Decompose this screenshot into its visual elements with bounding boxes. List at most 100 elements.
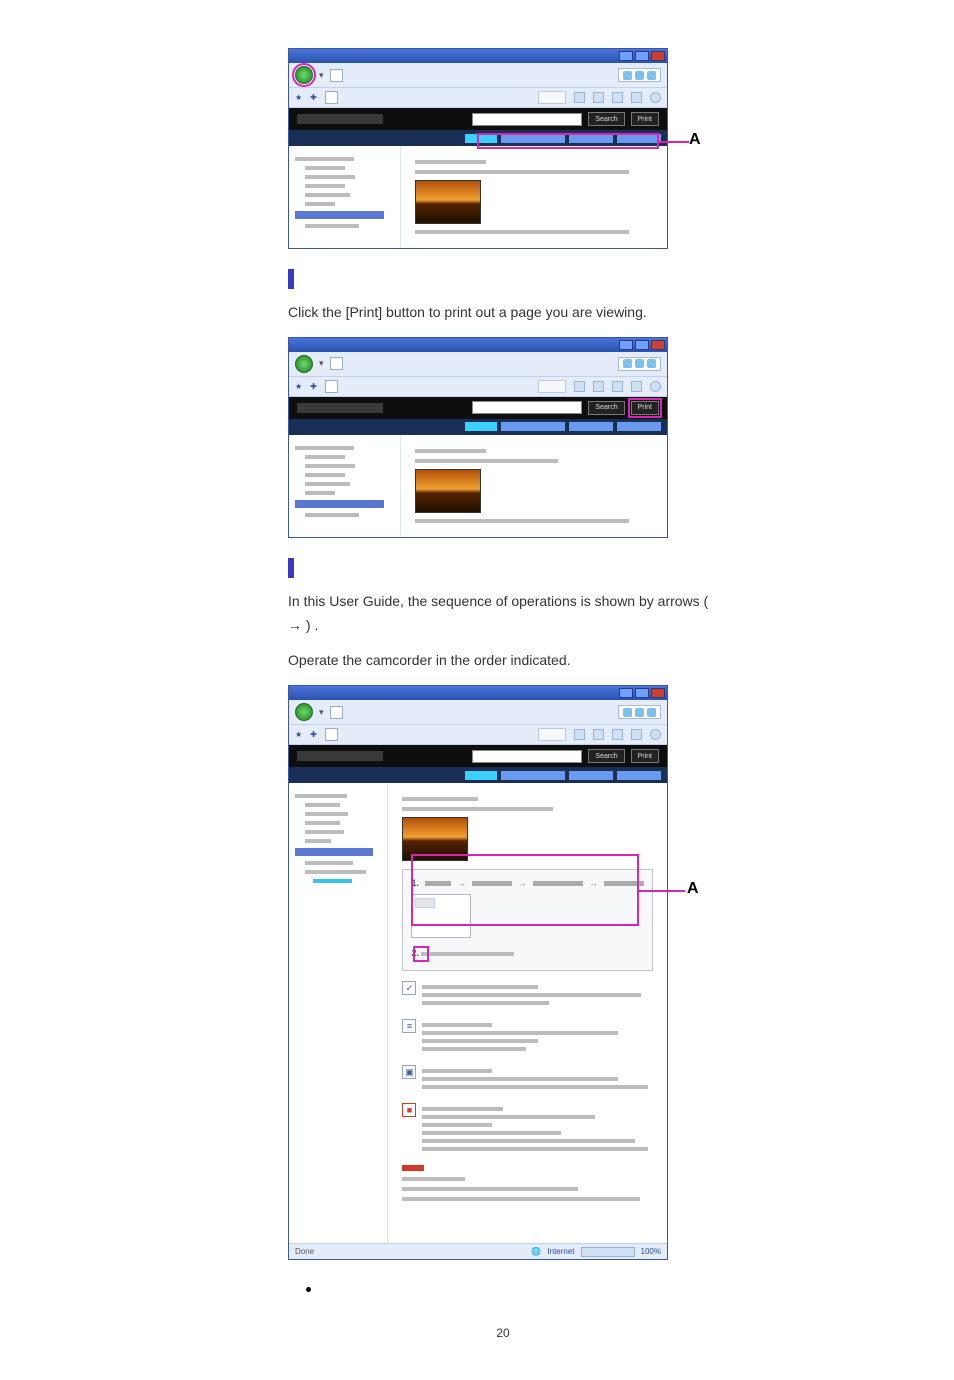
- toc-sidebar: [289, 435, 401, 537]
- home-icon: [574, 381, 585, 392]
- site-search-input: [472, 401, 582, 414]
- search-button: Search: [588, 112, 624, 126]
- tab-chip: [538, 380, 566, 393]
- window-titlebar: [289, 338, 667, 352]
- maximize-icon: [635, 688, 649, 698]
- page-body: 1. → → → 2.: [388, 783, 667, 1243]
- tab-chip: [538, 91, 566, 104]
- search-button: Search: [588, 401, 624, 415]
- toc-sidebar: [289, 783, 388, 1243]
- favorites-star-icon: ★: [295, 382, 302, 391]
- tab-favicon: [325, 380, 338, 393]
- internet-zone-text: Internet: [547, 1247, 574, 1256]
- page-icon: [330, 706, 343, 719]
- arrow-icon: →: [589, 878, 598, 888]
- tools-menu-icon: [650, 92, 661, 103]
- screenshot-browser-window-2: ▾ ★ ✚ Search Print: [288, 337, 668, 538]
- step-number: 1.: [411, 878, 419, 888]
- print-button: Print: [631, 749, 659, 763]
- status-done-text: Done: [295, 1247, 314, 1256]
- page-body: [401, 435, 667, 537]
- tools-menu-icon: [650, 729, 661, 740]
- browser-nav-toolbar: ▾: [289, 700, 667, 725]
- step-number: 2.: [411, 948, 419, 958]
- print-button: Print: [631, 112, 659, 126]
- arrow-instruction-line1: In this User Guide, the sequence of oper…: [288, 590, 718, 638]
- print-instruction-text: Click the [Print] button to print out a …: [288, 301, 718, 325]
- note-block: ≡: [402, 1019, 653, 1055]
- setting-icon: ≡: [402, 1019, 416, 1033]
- page-icon: [330, 357, 343, 370]
- page-icon: [330, 69, 343, 82]
- site-search-input: [472, 750, 582, 763]
- browser-tab-toolbar: ★ ✚: [289, 88, 667, 108]
- internet-zone-icon: 🌐: [531, 1247, 541, 1256]
- tools-menu-icon: [650, 381, 661, 392]
- subnav-item: [501, 134, 565, 143]
- maximize-icon: [635, 51, 649, 61]
- footer-row: [288, 1280, 718, 1296]
- tab-chip: [538, 728, 566, 741]
- home-icon: [574, 729, 585, 740]
- stop-icon: [635, 71, 644, 80]
- notes-heading-bar: [402, 1165, 424, 1171]
- page-menu-icon: [631, 381, 642, 392]
- operation-sequence-box: 1. → → → 2.: [402, 869, 653, 971]
- back-button-icon: [295, 703, 313, 721]
- toc-current-item: [313, 879, 352, 883]
- history-dropdown-icon: ▾: [319, 358, 324, 369]
- feeds-icon: [593, 381, 604, 392]
- caution-icon: ■: [402, 1103, 416, 1117]
- add-tab-icon: ✚: [310, 382, 317, 391]
- content-split: [289, 146, 667, 248]
- favorites-star-icon: ★: [295, 93, 302, 102]
- screenshot-browser-window-1: ▾ ★ ✚ Search Print: [288, 48, 668, 249]
- browser-nav-toolbar: ▾: [289, 352, 667, 377]
- search-chip: [618, 357, 661, 371]
- arrow-glyph-icon: →: [288, 617, 302, 633]
- arrow-icon: →: [518, 878, 527, 888]
- add-tab-icon: ✚: [310, 730, 317, 739]
- window-titlebar: [289, 686, 667, 700]
- search-chip: [618, 68, 661, 82]
- operation-sequence-row: 1. → → →: [411, 878, 644, 888]
- feeds-icon: [593, 729, 604, 740]
- screenshot-browser-window-3: ▾ ★ ✚ Search Print: [288, 685, 668, 1260]
- arrow-icon: →: [457, 878, 466, 888]
- lcd-menu-tab: [415, 898, 435, 908]
- site-logo: [297, 751, 383, 761]
- page-menu-icon: [631, 729, 642, 740]
- minimize-icon: [619, 688, 633, 698]
- close-icon: [651, 51, 665, 61]
- close-icon: [651, 340, 665, 350]
- sample-thumbnail: [415, 469, 481, 513]
- subnav-item: [465, 134, 497, 143]
- check-icon: ✓: [402, 981, 416, 995]
- note-block: ✓: [402, 981, 653, 1009]
- annotation-label: A: [689, 131, 701, 149]
- browser-status-bar: Done 🌐 Internet 100%: [289, 1243, 667, 1259]
- minimize-icon: [619, 340, 633, 350]
- history-dropdown-icon: ▾: [319, 707, 324, 718]
- site-subnav: [289, 419, 667, 435]
- toc-sidebar: [289, 146, 401, 248]
- zone-separator: [581, 1247, 635, 1257]
- site-header-bar: Search Print: [289, 108, 667, 130]
- search-button: Search: [588, 749, 624, 763]
- refresh-icon: [623, 71, 632, 80]
- site-subnav: [289, 130, 667, 146]
- note-block: ▣: [402, 1065, 653, 1093]
- annotation-label: A: [687, 880, 699, 898]
- browser-tab-toolbar: ★ ✚: [289, 377, 667, 397]
- site-search-input: [472, 113, 582, 126]
- browser-nav-toolbar: ▾: [289, 63, 667, 88]
- window-titlebar: [289, 49, 667, 63]
- page-menu-icon: [631, 92, 642, 103]
- site-header-bar: Search Print: [289, 397, 667, 419]
- tab-favicon: [325, 728, 338, 741]
- subnav-item: [569, 134, 613, 143]
- print-menu-icon: [612, 381, 623, 392]
- minimize-icon: [619, 51, 633, 61]
- site-logo: [297, 403, 383, 413]
- print-menu-icon: [612, 729, 623, 740]
